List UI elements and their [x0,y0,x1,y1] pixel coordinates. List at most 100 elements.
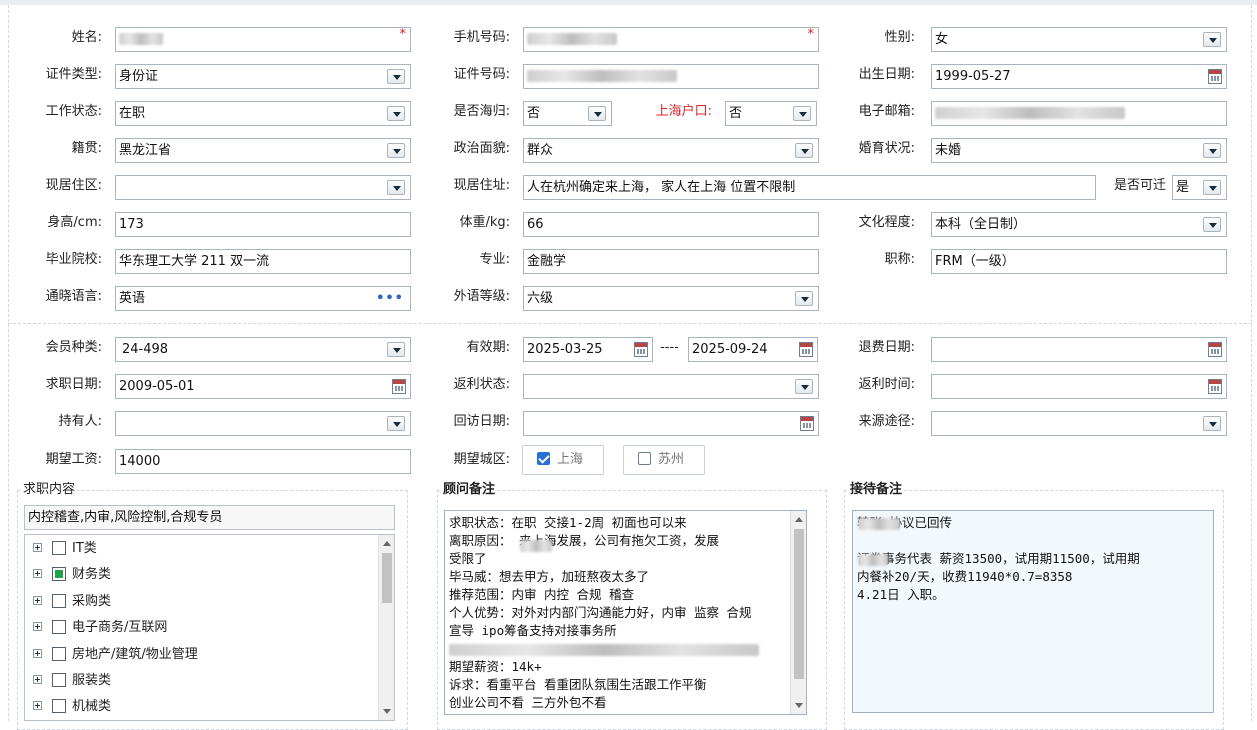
major-field[interactable]: 金融学 [523,249,819,274]
visit-date-field[interactable] [523,411,819,436]
checkbox-checked-icon[interactable] [537,452,550,465]
scroll-thumb[interactable] [794,529,804,679]
checkbox-icon[interactable] [52,698,66,713]
shanghai-hukou-select[interactable]: 否 [725,101,817,126]
phone-field[interactable]: * [523,27,819,52]
residence-area-select[interactable] [115,175,411,200]
education-select[interactable]: 本科（全日制） [931,212,1227,237]
title-field[interactable]: FRM（一级） [931,249,1227,274]
tree-item-apparel[interactable]: 服装类 [33,671,111,691]
address-field[interactable]: 人在杭州确定来上海， 家人在上海 位置不限制 [523,175,1096,200]
scroll-down-icon[interactable] [379,704,394,720]
source-select[interactable] [931,411,1227,436]
holder-select[interactable] [115,411,411,436]
chevron-down-icon[interactable] [1203,416,1221,431]
marital-status-select[interactable]: 未婚 [931,138,1227,163]
member-type-value: 24-498 [122,342,169,357]
expand-icon[interactable] [33,569,42,578]
chevron-down-icon[interactable] [793,106,811,121]
political-status-label: 政治面貌: [453,141,510,156]
chevron-down-icon[interactable] [795,379,813,394]
chevron-down-icon[interactable] [1203,217,1221,232]
validity-start-field[interactable]: 2025-03-25 [523,337,653,362]
reception-notes-textarea[interactable]: 转账 协议已回传 证券事务代表 薪资13500，试用期11500，试用期 内餐补… [852,510,1214,713]
languages-field[interactable]: 英语 ••• [115,286,411,311]
tree-item-real-estate[interactable]: 房地产/建筑/物业管理 [33,645,198,665]
job-date-field[interactable]: 2009-05-01 [115,374,411,399]
chevron-down-icon[interactable] [387,342,405,357]
birth-date-field[interactable]: 1999-05-27 [931,64,1227,89]
chevron-down-icon[interactable] [1203,180,1221,195]
expected-salary-field[interactable]: 14000 [115,449,411,474]
expand-icon[interactable] [33,701,42,710]
refund-date-field[interactable] [931,337,1227,362]
expand-icon[interactable] [33,649,42,658]
email-field[interactable] [931,101,1227,126]
relocate-select[interactable]: 是 [1172,175,1227,200]
expand-icon[interactable] [33,543,42,552]
checkbox-icon[interactable] [52,672,66,687]
chevron-down-icon[interactable] [387,69,405,84]
id-number-field[interactable] [523,64,819,89]
weight-field[interactable]: 66 [523,212,819,237]
checkbox-icon[interactable] [52,540,66,555]
chevron-down-icon[interactable] [387,143,405,158]
returnee-select[interactable]: 否 [523,101,612,126]
calendar-icon[interactable] [1208,342,1222,357]
scroll-up-icon[interactable] [379,535,394,551]
scroll-up-icon[interactable] [791,511,806,527]
chevron-down-icon[interactable] [795,143,813,158]
checkbox-icon[interactable] [52,646,66,661]
checkbox-icon[interactable] [52,619,66,634]
school-field[interactable]: 华东理工大学 211 双一流 [115,249,411,274]
rebate-status-select[interactable] [523,374,819,399]
height-field[interactable]: 173 [115,212,411,237]
city-option-shanghai[interactable]: 上海 [522,445,604,475]
chevron-down-icon[interactable] [387,180,405,195]
expand-icon[interactable] [33,675,42,684]
rebate-time-field[interactable] [931,374,1227,399]
language-level-select[interactable]: 六级 [523,286,819,311]
work-status-select[interactable]: 在职 [115,101,411,126]
name-field[interactable]: * [115,27,411,52]
tree-item-procurement[interactable]: 采购类 [33,592,111,612]
calendar-icon[interactable] [392,379,406,394]
relocate-value: 是 [1176,180,1190,195]
tree-item-machinery[interactable]: 机械类 [33,697,111,717]
checkbox-checked-icon[interactable] [52,566,66,581]
member-type-select[interactable]: 24-498 [115,337,411,362]
more-icon[interactable]: ••• [376,287,404,310]
calendar-icon[interactable] [800,416,814,431]
city-option-suzhou[interactable]: 苏州 [623,445,705,475]
tree-item-ecommerce[interactable]: 电子商务/互联网 [33,618,167,638]
chevron-down-icon[interactable] [588,106,606,121]
consultant-notes-textarea[interactable]: 求职状态：在职 交接1-2周 初面也可以来 离职原因： 来上海发展，公司有拖欠工… [444,510,807,715]
chevron-down-icon[interactable] [795,291,813,306]
scroll-down-icon[interactable] [791,698,806,714]
job-category-tree[interactable]: IT类 财务类 采购类 电子商务/互联网 房地产/建筑/物业管理 服装类 机械类 [24,534,395,721]
chevron-down-icon[interactable] [387,106,405,121]
calendar-icon[interactable] [1208,379,1222,394]
native-place-select[interactable]: 黑龙江省 [115,138,411,163]
tree-item-it[interactable]: IT类 [33,539,97,559]
scroll-thumb[interactable] [382,553,392,603]
calendar-icon[interactable] [634,342,648,357]
native-place-label: 籍贯: [71,141,102,156]
chevron-down-icon[interactable] [1203,32,1221,47]
tree-scrollbar[interactable] [378,535,394,720]
notes-scrollbar[interactable] [790,511,806,714]
checkbox-icon[interactable] [52,593,66,608]
political-status-select[interactable]: 群众 [523,138,819,163]
gender-select[interactable]: 女 [931,27,1227,52]
id-type-select[interactable]: 身份证 [115,64,411,89]
calendar-icon[interactable] [799,342,813,357]
chevron-down-icon[interactable] [1203,143,1221,158]
validity-end-field[interactable]: 2025-09-24 [688,337,818,362]
redacted-name [119,32,163,45]
calendar-icon[interactable] [1208,69,1222,84]
expand-icon[interactable] [33,622,42,631]
chevron-down-icon[interactable] [387,416,405,431]
expand-icon[interactable] [33,596,42,605]
tree-item-finance[interactable]: 财务类 [33,565,111,585]
checkbox-icon[interactable] [638,452,651,465]
